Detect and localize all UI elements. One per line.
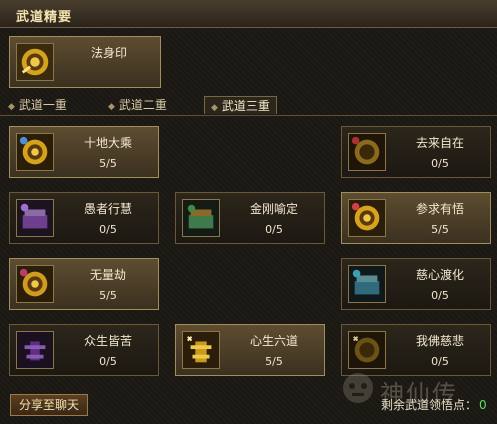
golden-pagoda-icon	[182, 331, 220, 369]
essence-tile[interactable]: 法身印	[9, 36, 161, 88]
skill-tile[interactable]: 金刚喻定 0/5	[175, 192, 325, 244]
skill-count: 5/5	[99, 289, 117, 302]
skill-tile[interactable]: 无量劫 5/5	[9, 258, 159, 310]
skill-tile[interactable]: 众生皆苦 0/5	[9, 324, 159, 376]
skill-tile[interactable]: 参求有悟 5/5	[341, 192, 491, 244]
skill-count: 0/5	[431, 157, 449, 170]
skill-name: 十地大乘	[83, 136, 132, 150]
blue-chest-icon	[348, 265, 386, 303]
mascot-icon	[343, 373, 373, 403]
skill-count: 0/5	[99, 355, 117, 368]
share-to-chat-button[interactable]: 分享至聊天	[10, 394, 88, 416]
skill-count: 5/5	[265, 355, 283, 368]
tab-tier-2[interactable]: ◆ 武道二重	[108, 96, 167, 114]
green-chest-icon	[182, 199, 220, 237]
points-value: 0	[479, 398, 487, 412]
essence-name: 法身印	[90, 46, 127, 60]
skill-tile[interactable]: 去来自在 0/5	[341, 126, 491, 178]
skill-name: 去来自在	[415, 136, 464, 150]
golden-spiral-icon	[16, 133, 54, 171]
bullet-icon: ◆	[108, 102, 115, 112]
bullet-icon: ◆	[8, 102, 15, 112]
skill-count: 0/5	[431, 355, 449, 368]
skill-tile[interactable]: 心生六道 5/5	[175, 324, 325, 376]
skill-name: 慈心渡化	[415, 268, 464, 282]
skill-name: 无量劫	[89, 268, 126, 282]
bullet-icon: ◆	[211, 103, 218, 113]
tab-tier-3[interactable]: ◆ 武道三重	[204, 96, 277, 114]
skill-name: 众生皆苦	[83, 334, 132, 348]
golden-spiral-icon	[16, 265, 54, 303]
skill-name: 愚者行慧	[83, 202, 132, 216]
skill-tile[interactable]: 十地大乘 5/5	[9, 126, 159, 178]
golden-spiral-icon	[348, 331, 386, 369]
golden-spiral-icon	[16, 43, 54, 81]
golden-spiral-icon	[348, 133, 386, 171]
golden-spiral-icon	[348, 199, 386, 237]
skill-name: 心生六道	[249, 334, 298, 348]
remaining-points: 剩余武道领悟点： 0	[381, 396, 487, 413]
skill-name: 参求有悟	[415, 202, 464, 216]
section-header: 武道精要	[0, 0, 497, 28]
purple-pagoda-icon	[16, 331, 54, 369]
section-title: 武道精要	[16, 10, 73, 25]
skill-count: 0/5	[265, 223, 283, 236]
skill-tile[interactable]: 愚者行慧 0/5	[9, 192, 159, 244]
skill-count: 0/5	[99, 223, 117, 236]
skill-tile[interactable]: 慈心渡化 0/5	[341, 258, 491, 310]
skill-name: 金刚喻定	[249, 202, 298, 216]
tier-tabs: ◆ 武道一重 ◆ 武道二重 ◆ 武道三重	[0, 93, 497, 116]
points-label: 剩余武道领悟点：	[381, 398, 478, 412]
skill-count: 5/5	[431, 223, 449, 236]
skill-count: 0/5	[431, 289, 449, 302]
tab-tier-1[interactable]: ◆ 武道一重	[8, 96, 67, 114]
skill-name: 我佛慈悲	[415, 334, 464, 348]
skill-count: 5/5	[99, 157, 117, 170]
purple-chest-icon	[16, 199, 54, 237]
